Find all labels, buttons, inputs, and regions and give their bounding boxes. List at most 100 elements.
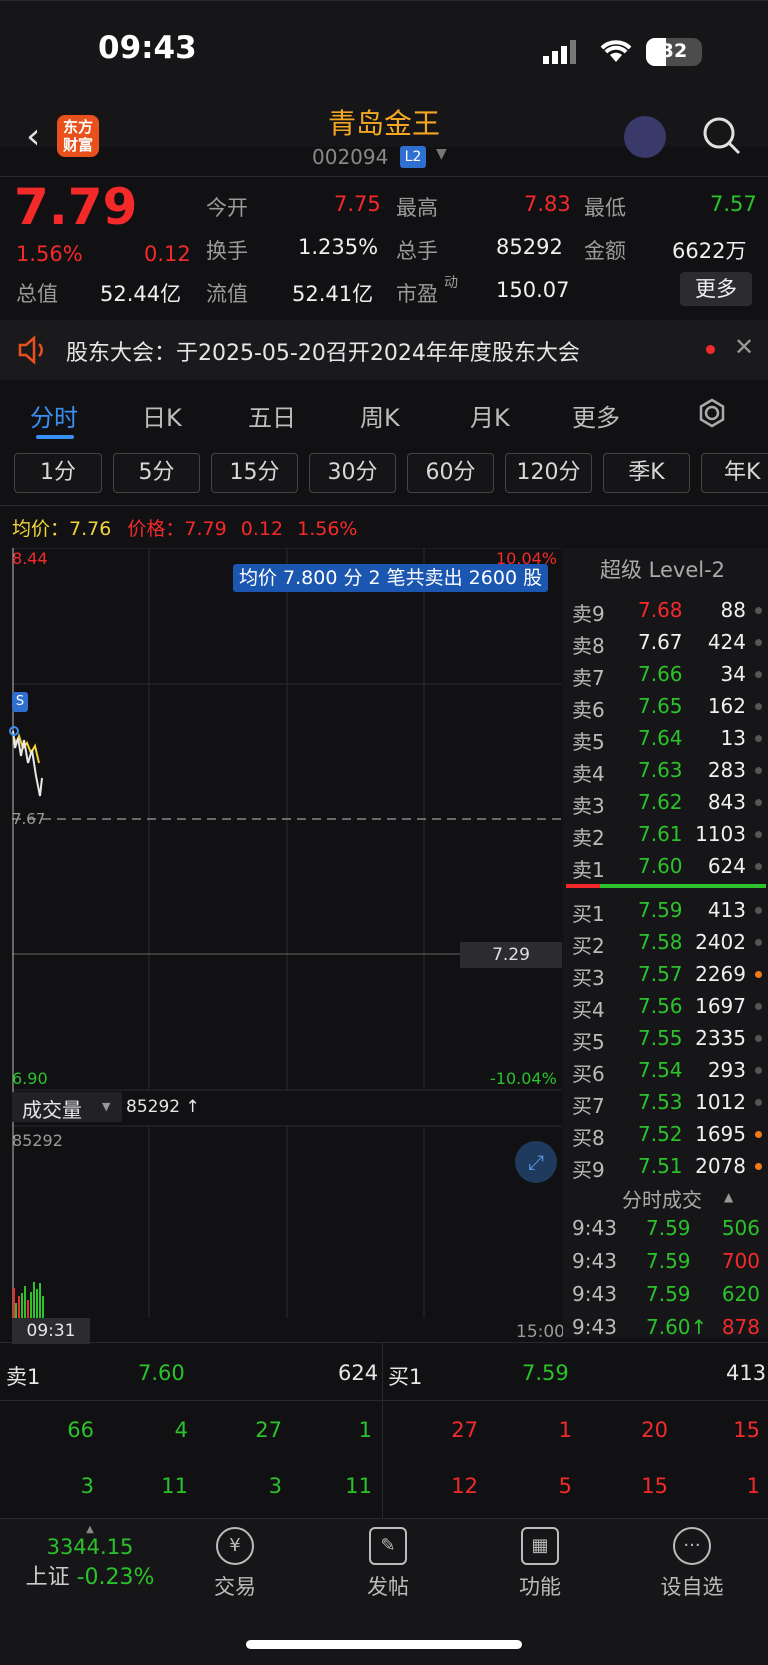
queue-order-size: 3 — [81, 1474, 94, 1498]
status-dot — [755, 671, 762, 678]
index-value: 3344.15 — [20, 1535, 160, 1559]
orderbook-row[interactable]: 卖37.62843 — [568, 786, 768, 818]
orderbook-row[interactable]: 买37.572269 — [568, 958, 768, 990]
chevron-down-icon[interactable]: ▼ — [436, 146, 447, 162]
orderbook-row[interactable]: 买77.531012 — [568, 1086, 768, 1118]
divider — [382, 1342, 383, 1518]
period-quarter-k[interactable]: 季K — [603, 453, 690, 493]
status-dot — [755, 1099, 762, 1106]
level-label: 卖3 — [572, 790, 605, 819]
period-120min[interactable]: 120分 — [505, 453, 592, 493]
stock-code: 002094 — [312, 145, 388, 169]
buy1-label: 买1 — [388, 1361, 422, 1391]
more-button[interactable]: 更多 — [680, 272, 752, 306]
open-value: 7.75 — [334, 192, 381, 216]
level-label: 卖1 — [572, 854, 605, 883]
search-icon[interactable] — [702, 116, 742, 156]
tab-post-label: 发帖 — [367, 1575, 409, 1599]
orderbook-row[interactable]: 买87.521695 — [568, 1118, 768, 1150]
y-axis-top: 8.44 — [12, 549, 48, 568]
level-price: 7.59 — [638, 898, 683, 922]
orderbook-row[interactable]: 卖67.65162 — [568, 690, 768, 722]
orderbook-row[interactable]: 买67.54293 — [568, 1054, 768, 1086]
status-dot — [755, 1035, 762, 1042]
home-indicator — [246, 1640, 522, 1649]
index-ticker[interactable]: ▲ 3344.15 上证 -0.23% — [20, 1524, 160, 1591]
grid-icon: ▦ — [521, 1527, 559, 1565]
level-label: 买1 — [572, 898, 605, 927]
price-value: 7.79 — [184, 518, 226, 540]
period-30min[interactable]: 30分 — [309, 453, 396, 493]
tab-five-day[interactable]: 五日 — [248, 398, 296, 433]
tab-intraday[interactable]: 分时 — [30, 398, 78, 433]
status-time: 09:43 — [98, 30, 197, 66]
tab-functions[interactable]: ▦功能 — [490, 1527, 590, 1601]
divider — [0, 176, 768, 177]
orderbook-row[interactable]: 卖17.60624 — [568, 850, 768, 882]
volume-bars — [13, 1282, 44, 1318]
status-dot — [755, 703, 762, 710]
tick-row: 9:437.60↑878 — [568, 1311, 768, 1343]
orderbook-row[interactable]: 买27.582402 — [568, 926, 768, 958]
orderbook-row[interactable]: 卖87.67424 — [568, 626, 768, 658]
orderbook-row[interactable]: 买97.512078 — [568, 1150, 768, 1182]
chart-legend: 均价：7.76 价格：7.79 0.12 1.56% — [12, 514, 357, 541]
orderbook-row[interactable]: 买47.561697 — [568, 990, 768, 1022]
orderbook-row[interactable]: 卖97.6888 — [568, 594, 768, 626]
level-volume: 1697 — [695, 994, 746, 1018]
volume-indicator-select[interactable]: 成交量 ▼ — [12, 1092, 122, 1122]
tab-weekly-k[interactable]: 周K — [360, 398, 400, 433]
divider — [0, 1400, 768, 1401]
queue-order-size: 11 — [345, 1474, 372, 1498]
orderbook-row[interactable]: 卖47.63283 — [568, 754, 768, 786]
tick-time: 9:43 — [572, 1315, 617, 1339]
level-label: 卖6 — [572, 694, 605, 723]
robot-assistant-icon[interactable] — [624, 116, 666, 158]
status-bar: 09:43 32 — [0, 0, 768, 100]
period-1min[interactable]: 1分 — [14, 453, 102, 493]
orderbook-row[interactable]: 买57.552335 — [568, 1022, 768, 1054]
tab-post[interactable]: ✎发帖 — [338, 1527, 438, 1601]
volume-value: 85292 ↑ — [126, 1097, 200, 1117]
price-label: 价格： — [127, 518, 184, 540]
sell1-price: 7.60 — [138, 1361, 185, 1385]
queue-order-size: 11 — [161, 1474, 188, 1498]
level-volume: 1012 — [695, 1090, 746, 1114]
avg-label: 均价： — [12, 518, 69, 540]
intraday-chart[interactable] — [0, 548, 562, 1318]
close-icon[interactable]: ✕ — [734, 333, 754, 361]
tab-monthly-k[interactable]: 月K — [470, 398, 510, 433]
queue-order-size: 12 — [451, 1474, 478, 1498]
tab-add-watchlist[interactable]: ···设自选 — [642, 1527, 742, 1601]
chevron-up-icon[interactable]: ▲ — [724, 1190, 733, 1204]
level-label: 买3 — [572, 962, 605, 991]
period-year-k[interactable]: 年K — [701, 453, 768, 493]
tab-more[interactable]: 更多 — [572, 398, 620, 433]
period-15min[interactable]: 15分 — [211, 453, 298, 493]
open-label: 今开 — [206, 192, 248, 222]
level-volume: 843 — [708, 790, 746, 814]
period-5min[interactable]: 5分 — [113, 453, 200, 493]
orderbook-row[interactable]: 买17.59413 — [568, 894, 768, 926]
settings-icon[interactable] — [697, 398, 727, 428]
tab-daily-k[interactable]: 日K — [142, 398, 182, 433]
orderbook-row[interactable]: 卖27.611103 — [568, 818, 768, 850]
change-amount: 0.12 — [144, 242, 191, 266]
period-60min[interactable]: 60分 — [407, 453, 494, 493]
tab-trade-label: 交易 — [214, 1575, 256, 1599]
status-dot — [755, 767, 762, 774]
expand-icon[interactable]: ⤢ — [515, 1141, 557, 1183]
amount-label: 金额 — [584, 235, 626, 265]
sell-marker-badge: S — [12, 692, 28, 712]
orderbook-row[interactable]: 卖57.6413 — [568, 722, 768, 754]
tab-trade[interactable]: ¥交易 — [185, 1527, 285, 1601]
tick-price: 7.59 — [646, 1249, 691, 1273]
level-label: 买4 — [572, 994, 605, 1023]
orderbook-row[interactable]: 卖77.6634 — [568, 658, 768, 690]
float-label: 流值 — [206, 278, 248, 308]
status-dot — [755, 1067, 762, 1074]
time-end: 15:00 — [516, 1322, 565, 1342]
crosshair-price: 7.29 — [460, 942, 562, 968]
notice-bar[interactable]: 股东大会：于2025-05-20召开2024年年度股东大会 ✕ — [0, 320, 768, 380]
queue-order-size: 1 — [359, 1418, 372, 1442]
